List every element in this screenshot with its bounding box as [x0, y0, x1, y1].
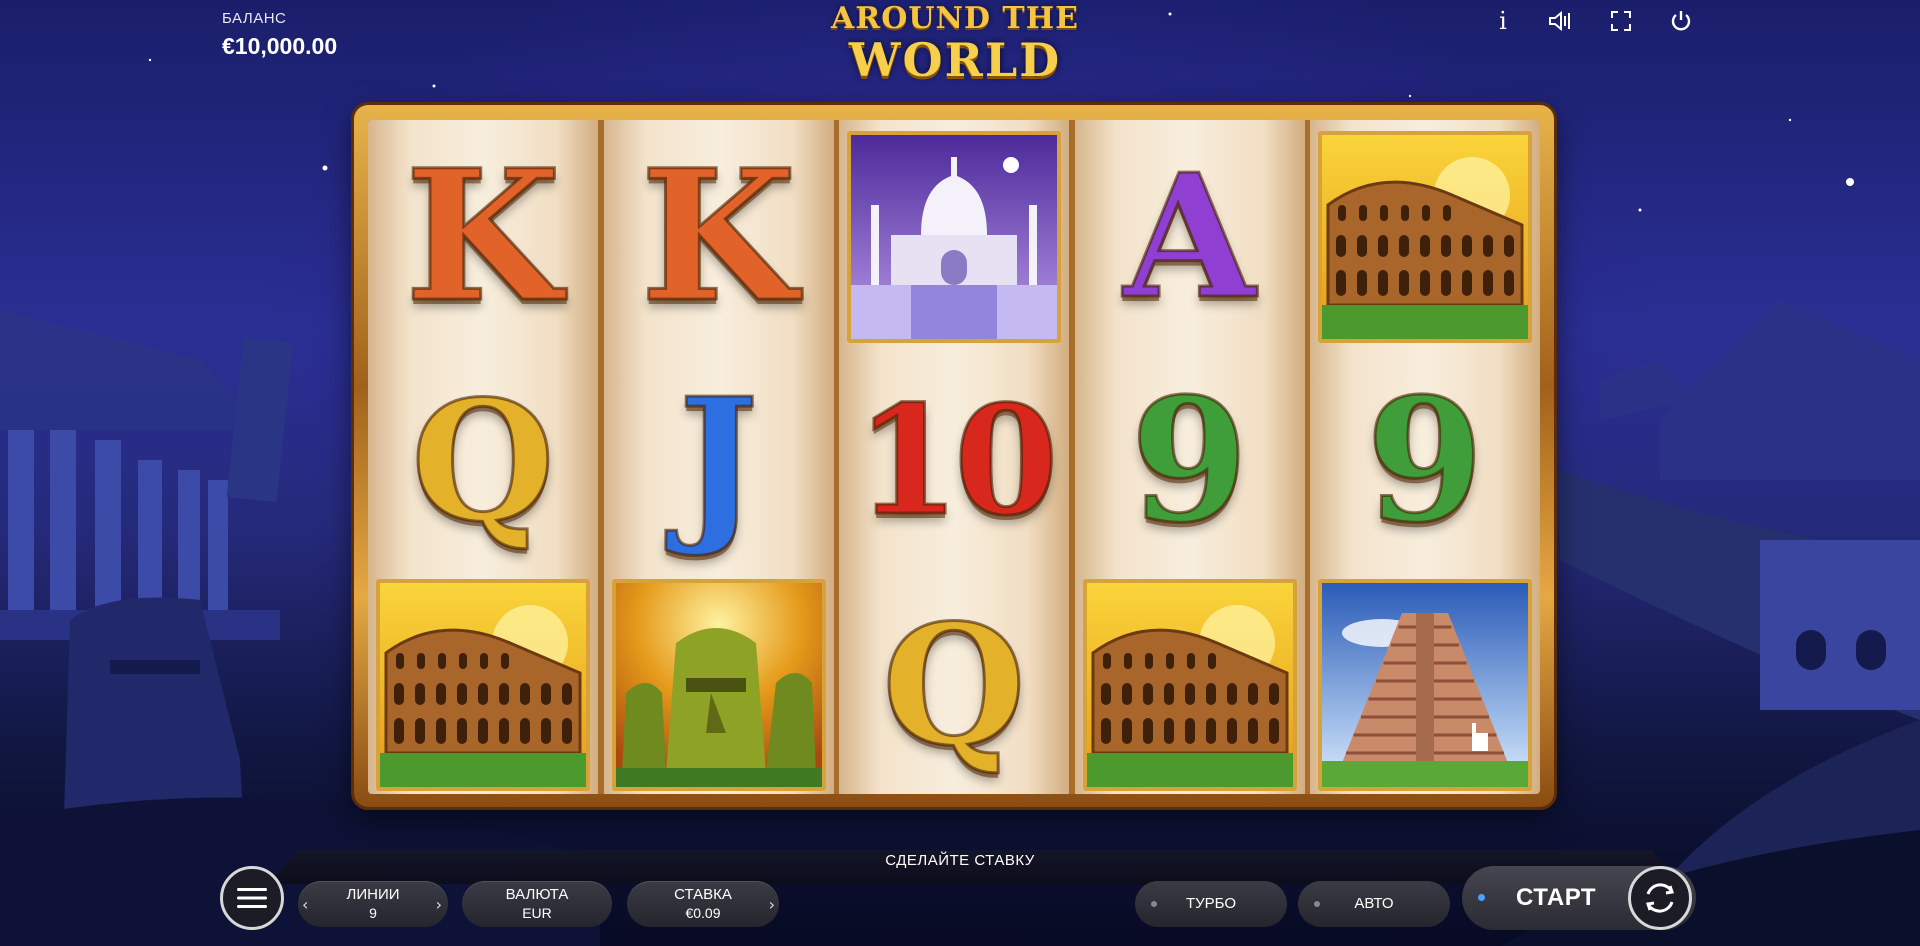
colosseum-tile: [1082, 579, 1297, 791]
symbol-taj-mahal: [839, 125, 1069, 349]
turbo-indicator: [1151, 901, 1157, 907]
symbol-colosseum: [1075, 573, 1305, 794]
colosseum-tile: [376, 579, 590, 791]
lines-increase-icon[interactable]: ›: [436, 895, 442, 914]
hamburger-icon: [237, 888, 267, 908]
logo-line-1: AROUND THE: [831, 1, 1079, 36]
balance-value: €10,000.00: [222, 33, 338, 59]
start-button[interactable]: СТАРТ: [1462, 866, 1696, 930]
symbol-Q: Q: [368, 349, 598, 573]
moai-tile: [611, 579, 826, 791]
top-controls: i: [1488, 6, 1698, 38]
auto-toggle[interactable]: АВТО: [1298, 881, 1450, 927]
symbol-9: 9: [1310, 349, 1540, 573]
symbol-glyph: 10: [854, 373, 1060, 549]
auto-indicator: [1314, 901, 1320, 907]
info-glyph: i: [1499, 7, 1507, 35]
lines-selector[interactable]: ‹ ЛИНИИ 9 ›: [298, 881, 448, 927]
symbol-moai: [604, 573, 834, 794]
spin-icon: [1646, 883, 1674, 913]
reel-3: 10 Q: [839, 120, 1069, 794]
turbo-label: ТУРБО: [1185, 895, 1237, 912]
bet-increase-icon[interactable]: ›: [769, 895, 775, 914]
auto-label: АВТО: [1354, 895, 1394, 912]
symbol-glyph: J: [677, 361, 760, 561]
symbol-glyph: A: [1122, 137, 1257, 337]
symbol-J: J: [604, 349, 834, 573]
symbol-glyph: Q: [410, 363, 557, 558]
taj-mahal-tile: [847, 131, 1061, 343]
bet-value: €0.09: [685, 905, 721, 921]
currency-selector[interactable]: ВАЛЮТА EUR: [462, 881, 612, 927]
logo-line-2: WORLD: [848, 33, 1062, 87]
currency-value: EUR: [522, 905, 552, 921]
game-logo: AROUND THE WORLD: [820, 0, 1090, 92]
reel-2: KJ: [603, 120, 834, 794]
pyramid-tile: [1318, 579, 1532, 791]
fullscreen-icon[interactable]: [1606, 6, 1636, 36]
sound-icon[interactable]: [1546, 6, 1576, 36]
bet-selector[interactable]: СТАВКА €0.09 ›: [627, 881, 779, 927]
symbol-pyramid: [1310, 573, 1540, 794]
start-indicator: [1478, 894, 1485, 901]
symbol-A: A: [1075, 125, 1305, 349]
colosseum-tile: [1318, 131, 1532, 343]
lines-label: ЛИНИИ: [346, 886, 400, 903]
symbol-glyph: K: [403, 131, 562, 342]
lines-decrease-icon[interactable]: ‹: [302, 895, 308, 914]
symbol-Q: Q: [839, 573, 1069, 794]
symbol-K: K: [368, 125, 598, 349]
start-label: СТАРТ: [1516, 884, 1597, 911]
symbol-9: 9: [1075, 349, 1305, 573]
reel-5: 9: [1310, 120, 1540, 794]
symbol-glyph: 9: [1364, 361, 1485, 561]
symbol-glyph: K: [639, 131, 798, 342]
balance-label: БАЛАНС: [222, 10, 287, 27]
lines-value: 9: [369, 905, 377, 921]
reel-1: KQ: [368, 120, 598, 794]
symbol-colosseum: [368, 573, 598, 794]
currency-label: ВАЛЮТА: [505, 886, 569, 903]
reel-area: K Q K J 10 Q A 9 9: [368, 120, 1540, 794]
symbol-K: K: [604, 125, 834, 349]
bet-label: СТАВКА: [674, 886, 732, 903]
menu-button[interactable]: [220, 866, 284, 930]
reel-4: A9: [1074, 120, 1305, 794]
info-icon[interactable]: i: [1488, 6, 1518, 36]
symbol-glyph: Q: [881, 587, 1028, 782]
symbol-10: 10: [839, 349, 1069, 573]
power-icon[interactable]: [1666, 6, 1696, 36]
symbol-colosseum: [1310, 125, 1540, 349]
spin-button[interactable]: [1628, 866, 1692, 930]
symbol-glyph: 9: [1129, 361, 1250, 561]
turbo-toggle[interactable]: ТУРБО: [1135, 881, 1287, 927]
